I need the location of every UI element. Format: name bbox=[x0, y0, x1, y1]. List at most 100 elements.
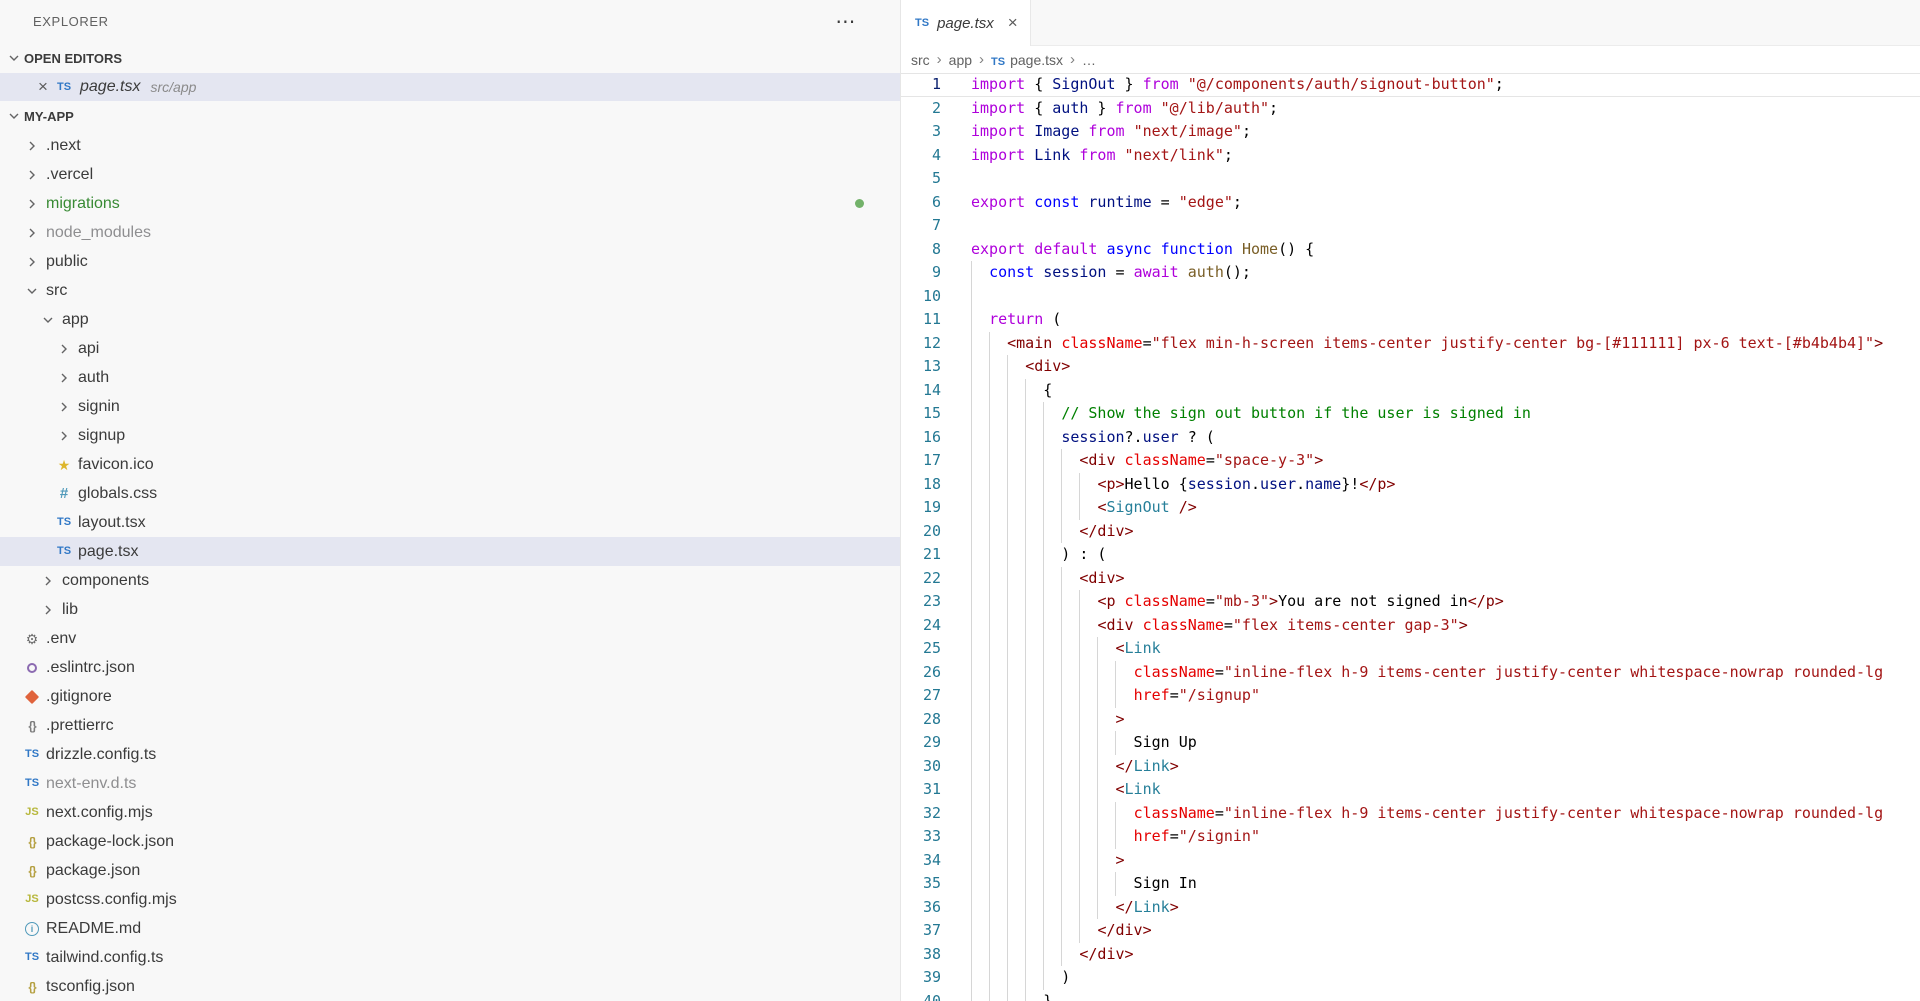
breadcrumb-item-page.tsx[interactable]: TSpage.tsx bbox=[991, 52, 1063, 68]
chevron-right-icon[interactable] bbox=[52, 370, 76, 386]
chevron-down-icon[interactable] bbox=[36, 312, 60, 328]
line-number[interactable]: 16 bbox=[901, 426, 941, 450]
code-line-3[interactable]: 3import Image from "next/image"; bbox=[901, 120, 1920, 144]
chevron-right-icon[interactable] bbox=[52, 341, 76, 357]
chevron-right-icon[interactable] bbox=[20, 225, 44, 241]
code-line-23[interactable]: 23 <p className="mb-3">You are not signe… bbox=[901, 590, 1920, 614]
code-line-35[interactable]: 35 Sign In bbox=[901, 872, 1920, 896]
tree-item-signup[interactable]: signup bbox=[0, 421, 900, 450]
code-line-6[interactable]: 6export const runtime = "edge"; bbox=[901, 191, 1920, 215]
code-line-30[interactable]: 30 </Link> bbox=[901, 755, 1920, 779]
chevron-right-icon[interactable] bbox=[20, 196, 44, 212]
line-number[interactable]: 1 bbox=[901, 74, 941, 96]
code-line-25[interactable]: 25 <Link bbox=[901, 637, 1920, 661]
tree-item-favicon.ico[interactable]: ★favicon.ico bbox=[0, 450, 900, 479]
tree-item-api[interactable]: api bbox=[0, 334, 900, 363]
chevron-right-icon[interactable] bbox=[20, 254, 44, 270]
chevron-right-icon[interactable] bbox=[20, 167, 44, 183]
chevron-down-icon[interactable] bbox=[20, 283, 44, 299]
line-number[interactable]: 6 bbox=[901, 191, 941, 215]
code-line-29[interactable]: 29 Sign Up bbox=[901, 731, 1920, 755]
code-line-16[interactable]: 16 session?.user ? ( bbox=[901, 426, 1920, 450]
line-number[interactable]: 35 bbox=[901, 872, 941, 896]
tree-item-migrations[interactable]: migrations bbox=[0, 189, 900, 218]
breadcrumb-item-src[interactable]: src bbox=[911, 52, 930, 68]
chevron-right-icon[interactable] bbox=[36, 573, 60, 589]
line-number[interactable]: 19 bbox=[901, 496, 941, 520]
code-line-24[interactable]: 24 <div className="flex items-center gap… bbox=[901, 614, 1920, 638]
line-number[interactable]: 38 bbox=[901, 943, 941, 967]
tree-item-src[interactable]: src bbox=[0, 276, 900, 305]
code-line-7[interactable]: 7 bbox=[901, 214, 1920, 238]
code-line-19[interactable]: 19 <SignOut /> bbox=[901, 496, 1920, 520]
line-number[interactable]: 20 bbox=[901, 520, 941, 544]
tree-item-auth[interactable]: auth bbox=[0, 363, 900, 392]
line-number[interactable]: 33 bbox=[901, 825, 941, 849]
code-line-20[interactable]: 20 </div> bbox=[901, 520, 1920, 544]
tree-item-.env[interactable]: ⚙.env bbox=[0, 624, 900, 653]
tree-item-next.config.mjs[interactable]: JSnext.config.mjs bbox=[0, 798, 900, 827]
code-line-37[interactable]: 37 </div> bbox=[901, 919, 1920, 943]
line-number[interactable]: 27 bbox=[901, 684, 941, 708]
line-number[interactable]: 5 bbox=[901, 167, 941, 191]
close-icon[interactable]: × bbox=[1008, 13, 1018, 33]
line-number[interactable]: 24 bbox=[901, 614, 941, 638]
line-number[interactable]: 10 bbox=[901, 285, 941, 309]
line-number[interactable]: 22 bbox=[901, 567, 941, 591]
line-number[interactable]: 8 bbox=[901, 238, 941, 262]
tree-item-package-lock.json[interactable]: {}package-lock.json bbox=[0, 827, 900, 856]
tree-item-app[interactable]: app bbox=[0, 305, 900, 334]
line-number[interactable]: 4 bbox=[901, 144, 941, 168]
breadcrumb-item-app[interactable]: app bbox=[949, 52, 972, 68]
code-line-26[interactable]: 26 className="inline-flex h-9 items-cent… bbox=[901, 661, 1920, 685]
tree-item-next-env.d.ts[interactable]: TSnext-env.d.ts bbox=[0, 769, 900, 798]
tree-item-README.md[interactable]: iREADME.md bbox=[0, 914, 900, 943]
code-line-34[interactable]: 34 > bbox=[901, 849, 1920, 873]
line-number[interactable]: 30 bbox=[901, 755, 941, 779]
code-line-17[interactable]: 17 <div className="space-y-3"> bbox=[901, 449, 1920, 473]
chevron-right-icon[interactable] bbox=[52, 399, 76, 415]
open-editors-section-header[interactable]: OPEN EDITORS bbox=[0, 43, 900, 73]
tree-item-page.tsx[interactable]: TSpage.tsx bbox=[0, 537, 900, 566]
tree-item-components[interactable]: components bbox=[0, 566, 900, 595]
tree-item-tailwind.config.ts[interactable]: TStailwind.config.ts bbox=[0, 943, 900, 972]
tree-item-.gitignore[interactable]: .gitignore bbox=[0, 682, 900, 711]
line-number[interactable]: 26 bbox=[901, 661, 941, 685]
tree-item-package.json[interactable]: {}package.json bbox=[0, 856, 900, 885]
code-line-11[interactable]: 11 return ( bbox=[901, 308, 1920, 332]
line-number[interactable]: 21 bbox=[901, 543, 941, 567]
line-number[interactable]: 37 bbox=[901, 919, 941, 943]
line-number[interactable]: 31 bbox=[901, 778, 941, 802]
line-number[interactable]: 28 bbox=[901, 708, 941, 732]
code-line-22[interactable]: 22 <div> bbox=[901, 567, 1920, 591]
tree-item-node_modules[interactable]: node_modules bbox=[0, 218, 900, 247]
line-number[interactable]: 34 bbox=[901, 849, 941, 873]
chevron-right-icon[interactable] bbox=[52, 428, 76, 444]
line-number[interactable]: 36 bbox=[901, 896, 941, 920]
code-line-36[interactable]: 36 </Link> bbox=[901, 896, 1920, 920]
code-line-9[interactable]: 9 const session = await auth(); bbox=[901, 261, 1920, 285]
code-line-1[interactable]: 1import { SignOut } from "@/components/a… bbox=[901, 73, 1920, 97]
tree-item-.vercel[interactable]: .vercel bbox=[0, 160, 900, 189]
line-number[interactable]: 14 bbox=[901, 379, 941, 403]
chevron-right-icon[interactable] bbox=[20, 138, 44, 154]
open-editor-item-page-tsx[interactable]: × TS page.tsx src/app bbox=[0, 73, 900, 102]
line-number[interactable]: 32 bbox=[901, 802, 941, 826]
code-line-32[interactable]: 32 className="inline-flex h-9 items-cent… bbox=[901, 802, 1920, 826]
code-editor[interactable]: 1import { SignOut } from "@/components/a… bbox=[901, 73, 1920, 1001]
workspace-section-header[interactable]: MY-APP bbox=[0, 101, 900, 131]
line-number[interactable]: 11 bbox=[901, 308, 941, 332]
tree-item-lib[interactable]: lib bbox=[0, 595, 900, 624]
code-line-2[interactable]: 2import { auth } from "@/lib/auth"; bbox=[901, 97, 1920, 121]
line-number[interactable]: 3 bbox=[901, 120, 941, 144]
tree-item-globals.css[interactable]: #globals.css bbox=[0, 479, 900, 508]
line-number[interactable]: 39 bbox=[901, 966, 941, 990]
code-line-5[interactable]: 5 bbox=[901, 167, 1920, 191]
tree-item-.eslintrc.json[interactable]: .eslintrc.json bbox=[0, 653, 900, 682]
line-number[interactable]: 17 bbox=[901, 449, 941, 473]
line-number[interactable]: 25 bbox=[901, 637, 941, 661]
line-number[interactable]: 9 bbox=[901, 261, 941, 285]
code-line-38[interactable]: 38 </div> bbox=[901, 943, 1920, 967]
chevron-right-icon[interactable] bbox=[36, 602, 60, 618]
code-line-13[interactable]: 13 <div> bbox=[901, 355, 1920, 379]
